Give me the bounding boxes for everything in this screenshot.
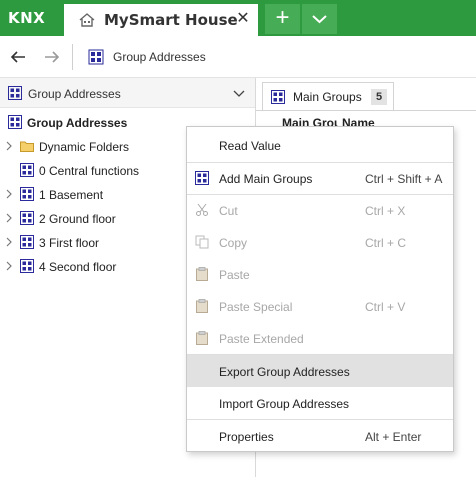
tree-item-label: 2 Ground floor: [39, 212, 116, 226]
menu-item-paste-extended[interactable]: Paste Extended: [187, 322, 453, 354]
menu-item-shortcut: Ctrl + Shift + A: [365, 172, 443, 186]
context-menu: Read Value Add Main Groups Ctrl + Shift …: [186, 126, 454, 452]
menu-item-add-main-groups[interactable]: Add Main Groups Ctrl + Shift + A: [187, 162, 453, 194]
group-address-icon: [88, 49, 104, 65]
pane-selector-label: Group Addresses: [28, 87, 121, 101]
menu-item-export-group-addresses[interactable]: Export Group Addresses: [187, 355, 453, 387]
menu-item-label: Export Group Addresses: [219, 365, 350, 379]
tree-item-label: 3 First floor: [39, 236, 100, 250]
menu-item-shortcut: Ctrl + V: [365, 300, 406, 314]
tree-item-label: 1 Basement: [39, 188, 104, 202]
menu-item-label: Paste Extended: [219, 332, 304, 346]
tree-item-label: 0 Central functions: [39, 164, 140, 178]
tree-item-label: Dynamic Folders: [39, 140, 130, 154]
menu-item-label: Import Group Addresses: [219, 397, 350, 411]
clipboard-icon: [196, 299, 208, 313]
menu-item-label: Paste Special: [219, 300, 293, 314]
scissors-icon: [196, 203, 208, 216]
project-tab-title: MySmart House: [104, 11, 238, 29]
clipboard-icon: [196, 267, 208, 281]
group-address-icon: [195, 171, 209, 185]
menu-item-shortcut: Ctrl + C: [365, 236, 407, 250]
title-bar: KNX MySmart House ✕ +: [0, 0, 476, 36]
clipboard-icon: [196, 331, 208, 345]
tab-label: Main Groups: [293, 90, 362, 104]
menu-item-label: Read Value: [219, 139, 281, 153]
group-address-icon: [8, 86, 22, 100]
menu-item-label: Copy: [219, 236, 248, 250]
navigation-bar: Group Addresses: [0, 36, 476, 78]
close-tab-icon[interactable]: ✕: [234, 10, 252, 28]
nav-divider: [72, 44, 73, 70]
tab-main-groups[interactable]: Main Groups 5: [262, 82, 394, 110]
group-address-icon: [20, 187, 34, 201]
menu-item-read-value[interactable]: Read Value: [187, 129, 453, 161]
expand-arrow-icon[interactable]: [5, 237, 13, 247]
expand-arrow-icon[interactable]: [5, 261, 13, 271]
tab-underline: [256, 110, 476, 111]
tree-item-label: 4 Second floor: [39, 260, 117, 274]
project-tab[interactable]: MySmart House ✕: [64, 4, 258, 36]
expand-arrow-icon[interactable]: [5, 141, 13, 151]
tree-item-label: Group Addresses: [27, 116, 128, 130]
menu-item-cut[interactable]: Cut Ctrl + X: [187, 194, 453, 226]
menu-item-shortcut: Ctrl + X: [365, 204, 406, 218]
menu-item-label: Add Main Groups: [219, 172, 313, 186]
menu-item-label: Cut: [219, 204, 238, 218]
knx-logo: KNX: [8, 9, 46, 27]
count-badge: 5: [371, 89, 387, 105]
menu-item-label: Properties: [219, 430, 274, 444]
group-address-icon: [20, 163, 34, 177]
group-address-icon: [20, 259, 34, 273]
group-address-icon: [8, 115, 22, 129]
group-address-icon: [20, 211, 34, 225]
tab-dropdown-button[interactable]: [302, 4, 337, 34]
house-icon: [79, 13, 95, 27]
folder-icon: [20, 141, 34, 152]
menu-item-properties[interactable]: Properties Alt + Enter: [187, 420, 453, 452]
copy-icon: [195, 235, 209, 249]
pane-selector[interactable]: Group Addresses: [0, 78, 255, 108]
group-address-icon: [20, 235, 34, 249]
back-arrow-icon[interactable]: [8, 47, 28, 67]
menu-item-shortcut: Alt + Enter: [365, 430, 422, 444]
menu-item-paste[interactable]: Paste: [187, 258, 453, 290]
chevron-down-icon[interactable]: [232, 86, 246, 100]
forward-arrow-icon[interactable]: [42, 47, 62, 67]
menu-item-paste-special[interactable]: Paste Special Ctrl + V: [187, 290, 453, 322]
chevron-down-icon: [312, 15, 327, 24]
expand-arrow-icon[interactable]: [5, 189, 13, 199]
menu-item-import-group-addresses[interactable]: Import Group Addresses: [187, 387, 453, 419]
breadcrumb[interactable]: Group Addresses: [113, 50, 206, 64]
expand-arrow-icon[interactable]: [5, 213, 13, 223]
menu-item-copy[interactable]: Copy Ctrl + C: [187, 226, 453, 258]
group-address-icon: [271, 90, 285, 104]
menu-item-label: Paste: [219, 268, 250, 282]
add-tab-button[interactable]: +: [265, 4, 300, 34]
